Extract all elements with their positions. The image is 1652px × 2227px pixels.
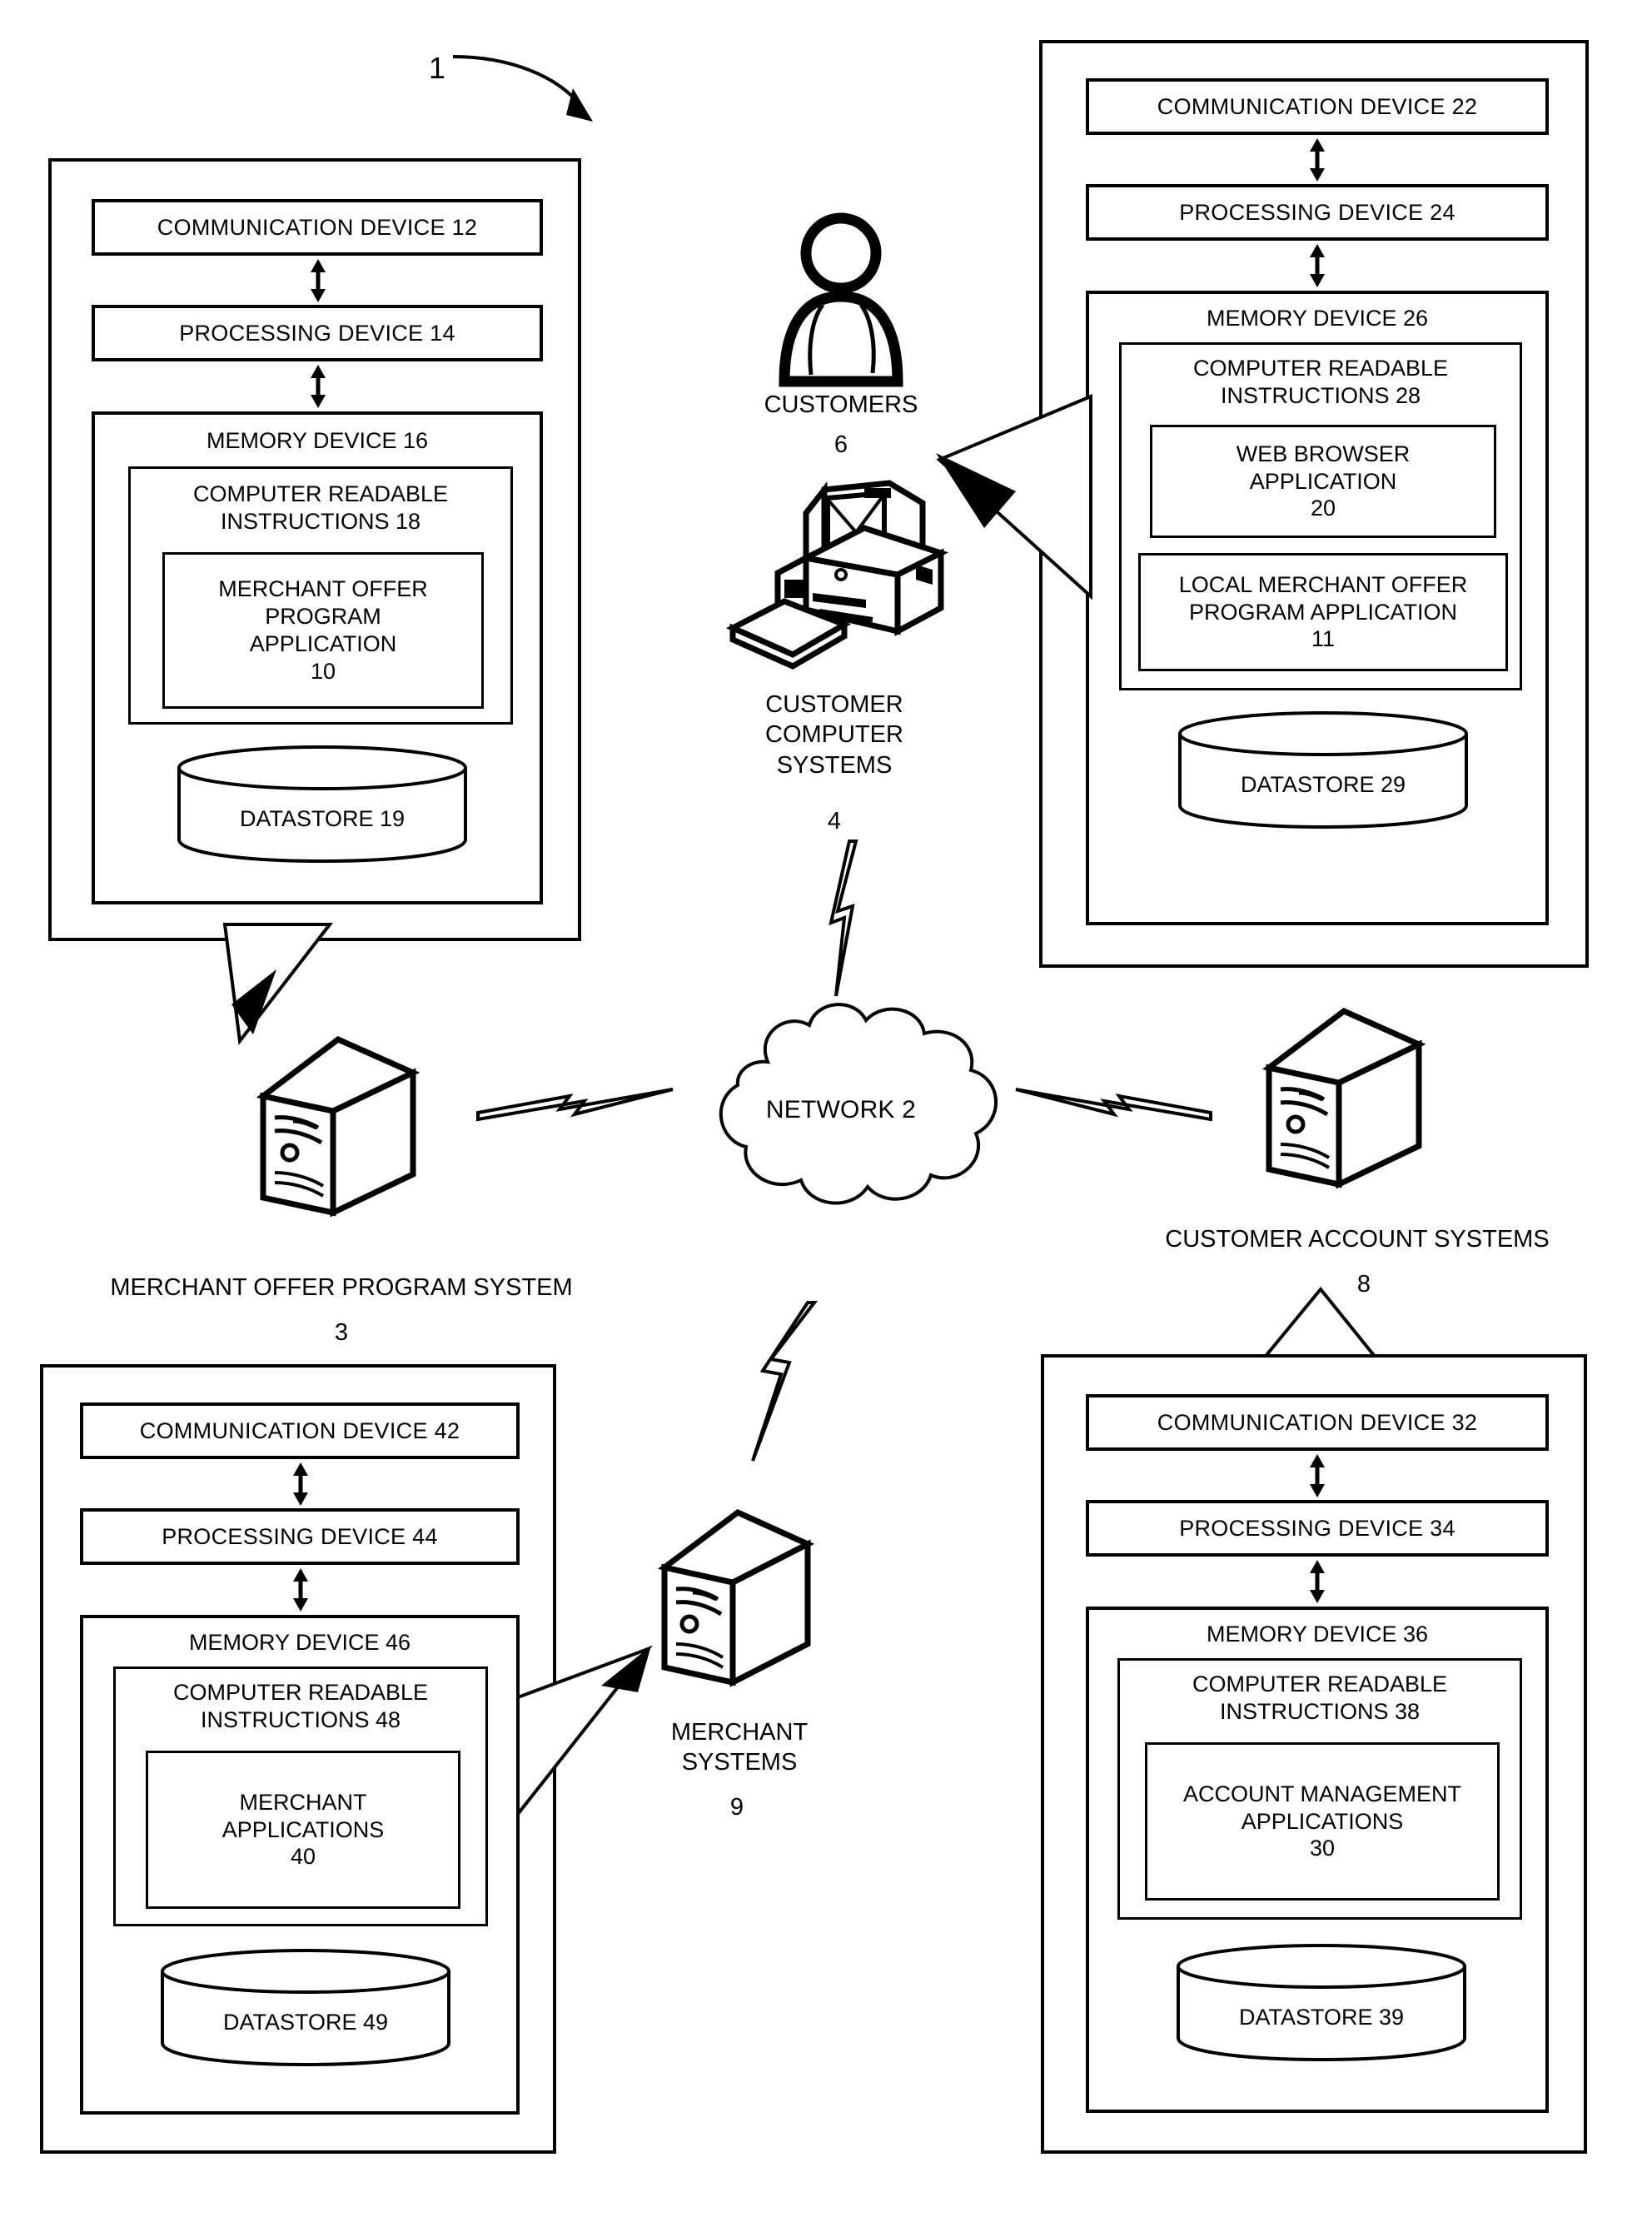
account-management-applications-30-label: ACCOUNT MANAGEMENT APPLICATIONS 30 [1182, 1781, 1462, 1861]
arrow-proc-to-mem-4 [1305, 1560, 1330, 1603]
computer-readable-instructions-38-box: COMPUTER READABLE INSTRUCTIONS 38 ACCOUN… [1117, 1658, 1522, 1920]
arrow-comm-to-proc-4 [1305, 1454, 1330, 1497]
local-merchant-offer-program-application-11-label: LOCAL MERCHANT OFFER PROGRAM APPLICATION… [1178, 571, 1468, 652]
communication-device-12-box: COMMUNICATION DEVICE 12 [92, 199, 543, 256]
datastore-29-cylinder: DATASTORE 29 [1177, 710, 1469, 830]
lightning-bolt-icon-network-to-merchant-systems [748, 1301, 823, 1467]
communication-device-32-label: COMMUNICATION DEVICE 32 [1157, 1409, 1478, 1435]
memory-device-46-box: MEMORY DEVICE 46 COMPUTER READABLE INSTR… [80, 1615, 520, 2115]
arrow-comm-to-proc-3 [288, 1462, 313, 1506]
datastore-29-label: DATASTORE 29 [1240, 772, 1406, 797]
computer-readable-instructions-28-label: COMPUTER READABLE INSTRUCTIONS 28 [1192, 356, 1449, 408]
arrow-proc-to-mem-3 [288, 1568, 313, 1612]
lightning-bolt-icon-network-to-customer-computer [824, 839, 874, 998]
arrow-comm-to-proc-1 [306, 259, 331, 302]
communication-device-42-box: COMMUNICATION DEVICE 42 [80, 1402, 520, 1459]
web-browser-application-20-label: WEB BROWSER APPLICATION 20 [1236, 441, 1411, 521]
communication-device-32-box: COMMUNICATION DEVICE 32 [1086, 1394, 1549, 1451]
memory-device-36-label: MEMORY DEVICE 36 [1206, 1622, 1429, 1647]
merchant-offer-program-system-name: MERCHANT OFFER PROGRAM SYSTEM [110, 1274, 573, 1301]
person-icon-customers [774, 210, 908, 387]
computer-readable-instructions-48-box: COMPUTER READABLE INSTRUCTIONS 48 MERCHA… [113, 1667, 488, 1926]
memory-device-16-label: MEMORY DEVICE 16 [206, 428, 429, 453]
communication-device-12-label: COMMUNICATION DEVICE 12 [157, 214, 478, 240]
communication-device-42-label: COMMUNICATION DEVICE 42 [139, 1417, 460, 1443]
merchant-applications-40-box: MERCHANT APPLICATIONS 40 [146, 1751, 460, 1909]
computer-readable-instructions-18-label: COMPUTER READABLE INSTRUCTIONS 18 [192, 481, 449, 534]
processing-device-24-label: PROCESSING DEVICE 24 [1179, 199, 1455, 225]
customers-ref: 6 [833, 431, 848, 458]
server-tower-icon-customer-account-systems [1261, 1006, 1429, 1189]
customer-computer-systems-ref: 4 [827, 808, 842, 835]
memory-device-26-box: MEMORY DEVICE 26 COMPUTER READABLE INSTR… [1086, 291, 1549, 925]
arrow-proc-to-mem-1 [306, 365, 331, 408]
lightning-bolt-icon-network-to-merchant-offer-system [476, 1076, 676, 1134]
communication-device-22-box: COMMUNICATION DEVICE 22 [1086, 78, 1549, 135]
server-tower-icon-merchant-offer-program-system [256, 1034, 423, 1218]
computer-readable-instructions-28-box: COMPUTER READABLE INSTRUCTIONS 28 WEB BR… [1119, 342, 1522, 690]
processing-device-34-box: PROCESSING DEVICE 34 [1086, 1500, 1549, 1557]
datastore-49-label: DATASTORE 49 [222, 2010, 389, 2035]
memory-device-26-label: MEMORY DEVICE 26 [1206, 306, 1429, 331]
merchant-offer-program-application-10-label: MERCHANT OFFER PROGRAM APPLICATION 10 [218, 576, 428, 684]
processing-device-14-label: PROCESSING DEVICE 14 [179, 320, 455, 346]
communication-device-22-label: COMMUNICATION DEVICE 22 [1157, 93, 1478, 119]
processing-device-34-label: PROCESSING DEVICE 34 [1179, 1515, 1455, 1541]
datastore-39-cylinder: DATASTORE 39 [1176, 1943, 1467, 2062]
merchant-offer-program-system-card: COMMUNICATION DEVICE 12 PROCESSING DEVIC… [48, 158, 581, 941]
server-tower-icon-merchant-systems [657, 1507, 816, 1687]
computer-readable-instructions-18-box: COMPUTER READABLE INSTRUCTIONS 18 MERCHA… [128, 466, 513, 725]
processing-device-14-box: PROCESSING DEVICE 14 [92, 305, 543, 361]
memory-device-16-box: MEMORY DEVICE 16 COMPUTER READABLE INSTR… [92, 411, 543, 904]
customer-account-systems-name: CUSTOMER ACCOUNT SYSTEMS [1165, 1226, 1550, 1253]
cloud-icon-network: NETWORK 2 [666, 979, 1016, 1220]
desktop-computer-icon-customer-computer-systems [725, 476, 951, 693]
arrow-proc-to-mem-2 [1305, 244, 1330, 287]
merchant-offer-program-application-10-box: MERCHANT OFFER PROGRAM APPLICATION 10 [162, 552, 484, 709]
processing-device-44-box: PROCESSING DEVICE 44 [80, 1508, 520, 1565]
customers-label: CUSTOMERS [764, 391, 918, 418]
merchant-systems-name: MERCHANT SYSTEMS [670, 1719, 809, 1776]
arrow-comm-to-proc-2 [1305, 138, 1330, 182]
lightning-bolt-icon-network-to-customer-account-systems [1013, 1076, 1212, 1134]
datastore-19-label: DATASTORE 19 [239, 806, 406, 831]
memory-device-36-box: MEMORY DEVICE 36 COMPUTER READABLE INSTR… [1086, 1607, 1549, 2113]
processing-device-24-box: PROCESSING DEVICE 24 [1086, 184, 1549, 241]
merchant-offer-program-system-ref: 3 [334, 1319, 349, 1346]
computer-readable-instructions-48-label: COMPUTER READABLE INSTRUCTIONS 48 [172, 1680, 429, 1732]
datastore-39-label: DATASTORE 39 [1238, 2005, 1405, 2030]
network-label: NETWORK 2 [765, 1096, 917, 1123]
figure-canvas: 1 COMMUNICATION DEVICE 12 PROCESSING DEV… [0, 0, 1652, 2227]
figure-lead-arrow [450, 52, 608, 127]
merchant-systems-card: COMMUNICATION DEVICE 42 PROCESSING DEVIC… [40, 1364, 556, 2154]
datastore-19-cylinder: DATASTORE 19 [177, 745, 468, 864]
datastore-49-cylinder: DATASTORE 49 [160, 1948, 451, 2067]
customer-computer-systems-name: CUSTOMER COMPUTER SYSTEMS [765, 691, 903, 779]
merchant-systems-ref: 9 [729, 1794, 744, 1821]
processing-device-44-label: PROCESSING DEVICE 44 [162, 1523, 438, 1549]
computer-readable-instructions-38-label: COMPUTER READABLE INSTRUCTIONS 38 [1192, 1671, 1448, 1724]
account-management-applications-30-box: ACCOUNT MANAGEMENT APPLICATIONS 30 [1145, 1742, 1500, 1901]
merchant-applications-40-label: MERCHANT APPLICATIONS 40 [221, 1789, 385, 1870]
callout-customer-computer-systems [936, 391, 1094, 600]
customer-account-systems-card: COMMUNICATION DEVICE 32 PROCESSING DEVIC… [1041, 1354, 1587, 2154]
memory-device-46-label: MEMORY DEVICE 46 [188, 1630, 411, 1655]
local-merchant-offer-program-application-11-box: LOCAL MERCHANT OFFER PROGRAM APPLICATION… [1138, 553, 1508, 671]
web-browser-application-20-box: WEB BROWSER APPLICATION 20 [1150, 425, 1496, 538]
customer-computer-systems-card: COMMUNICATION DEVICE 22 PROCESSING DEVIC… [1039, 40, 1589, 968]
